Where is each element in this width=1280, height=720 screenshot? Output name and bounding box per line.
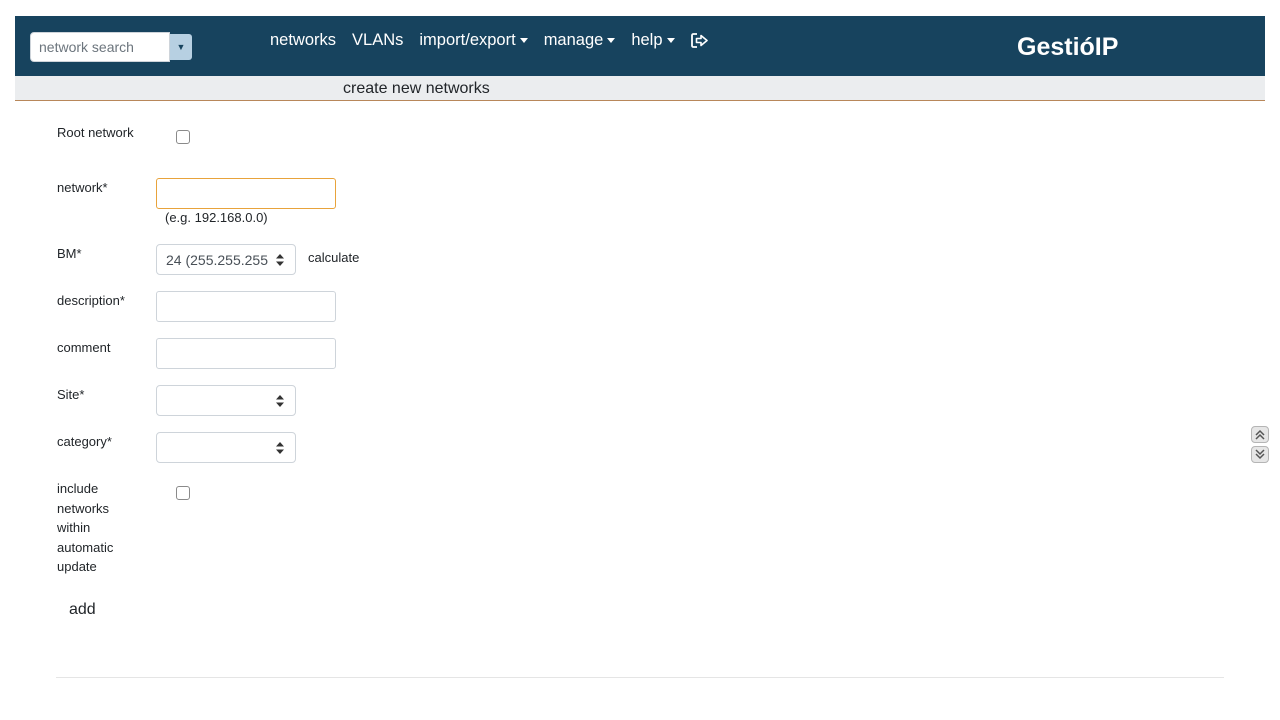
- logout-button[interactable]: [683, 32, 716, 48]
- double-chevron-down-icon: [1255, 449, 1265, 460]
- caret-down-icon: [666, 37, 675, 43]
- caret-down-icon: [607, 37, 616, 43]
- page-title: create new networks: [343, 80, 490, 97]
- nav-networks[interactable]: networks: [262, 31, 344, 50]
- include-auto-update-checkbox[interactable]: [176, 486, 190, 500]
- nav-vlans[interactable]: VLANs: [344, 31, 411, 50]
- site-select[interactable]: [156, 385, 296, 416]
- caret-down-icon: [519, 37, 528, 43]
- category-select[interactable]: [156, 432, 296, 463]
- site-label: Site*: [57, 387, 85, 402]
- brand-logo[interactable]: GestióIP: [1017, 33, 1118, 62]
- caret-down-icon: ▼: [176, 42, 186, 52]
- network-search: ▼: [30, 32, 192, 62]
- scroll-top-button[interactable]: [1251, 426, 1269, 443]
- root-network-checkbox[interactable]: [176, 130, 190, 144]
- divider: [56, 677, 1224, 678]
- nav-vlans-label: VLANs: [352, 30, 404, 49]
- select-arrows-icon: [276, 395, 284, 407]
- bm-selected-value: 24 (255.255.255.0): [166, 251, 269, 268]
- include-auto-update-label: include networks within automatic update: [57, 481, 114, 574]
- calculate-link[interactable]: calculate: [308, 250, 359, 265]
- nav-networks-label: networks: [270, 30, 337, 49]
- nav-manage-label: manage: [543, 30, 604, 49]
- search-options-dropdown-button[interactable]: ▼: [170, 34, 192, 60]
- bm-select[interactable]: 24 (255.255.255.0): [156, 244, 296, 275]
- nav-help-label: help: [631, 30, 663, 49]
- nav-help[interactable]: help: [623, 31, 682, 50]
- root-network-label: Root network: [57, 125, 134, 140]
- description-input[interactable]: [156, 291, 336, 322]
- network-input[interactable]: [156, 178, 336, 209]
- nav-import-export[interactable]: import/export: [411, 31, 535, 50]
- bm-label: BM*: [57, 246, 82, 261]
- double-chevron-up-icon: [1255, 429, 1265, 440]
- scroll-bottom-button[interactable]: [1251, 446, 1269, 463]
- nav-manage[interactable]: manage: [536, 31, 624, 50]
- network-hint: (e.g. 192.168.0.0): [165, 210, 268, 225]
- add-button[interactable]: add: [69, 601, 96, 619]
- comment-label: comment: [57, 340, 111, 355]
- select-arrows-icon: [276, 254, 284, 266]
- select-arrows-icon: [276, 442, 284, 454]
- nav-import-export-label: import/export: [419, 30, 516, 49]
- top-navbar: ▼ networks VLANs import/export manage he…: [15, 16, 1265, 76]
- network-label: network*: [57, 180, 108, 195]
- page-title-bar: create new networks: [15, 76, 1265, 101]
- sign-out-icon: [690, 32, 708, 48]
- comment-input[interactable]: [156, 338, 336, 369]
- description-label: description*: [57, 293, 125, 308]
- network-search-input[interactable]: [30, 32, 170, 62]
- category-label: category*: [57, 434, 112, 449]
- main-nav: networks VLANs import/export manage help: [262, 16, 716, 64]
